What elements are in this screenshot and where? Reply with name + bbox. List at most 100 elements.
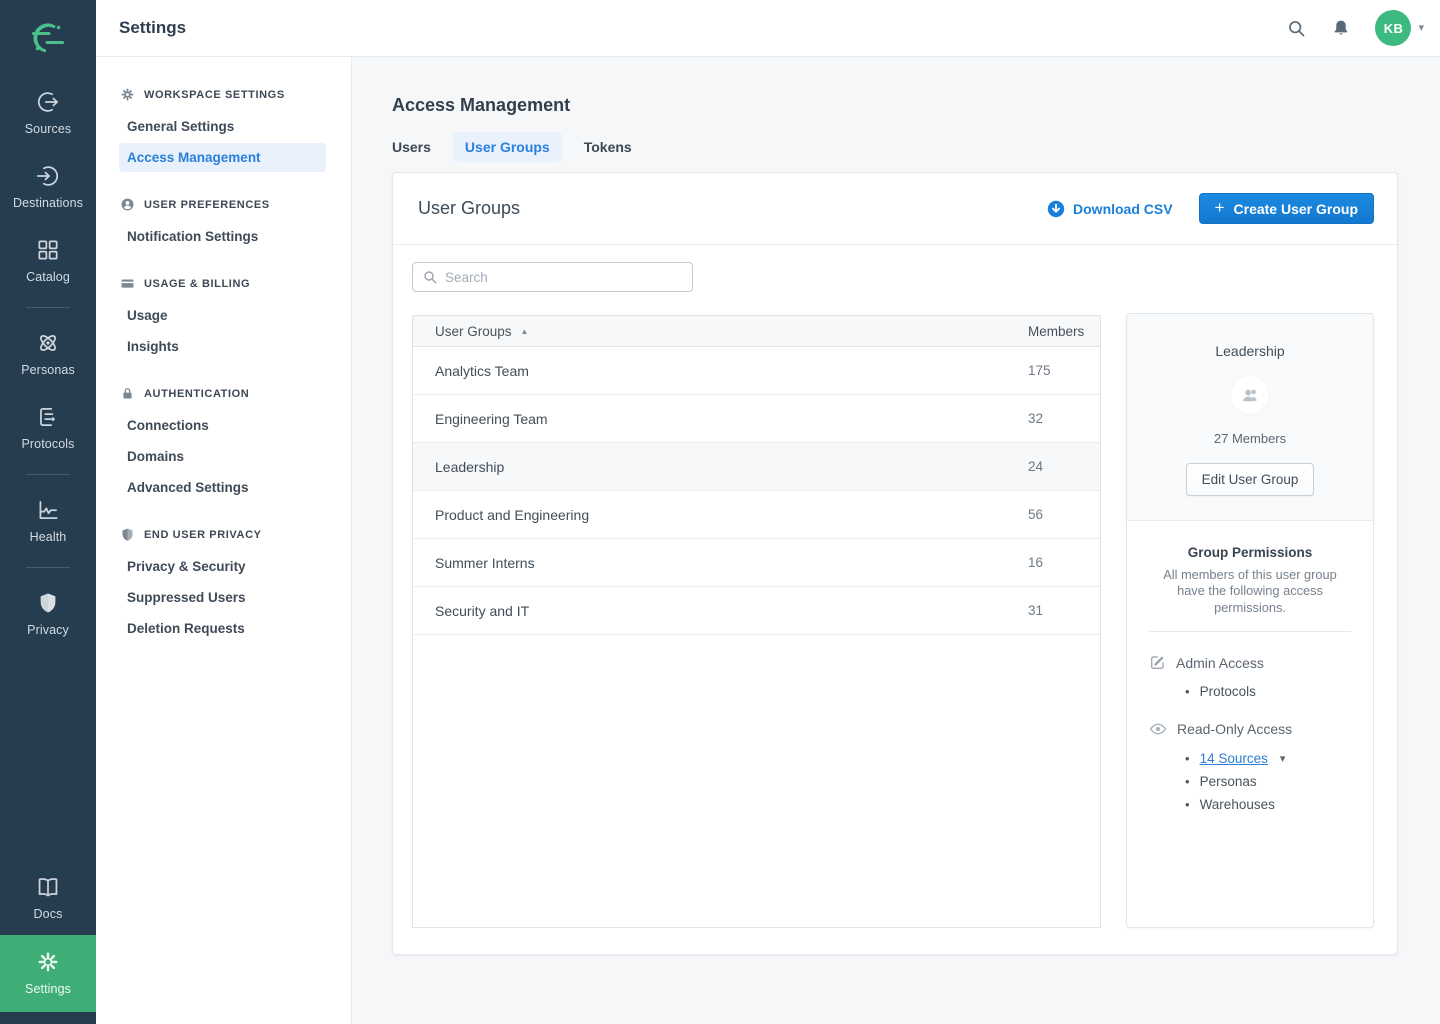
notifications-button[interactable] [1331, 18, 1351, 38]
caret-down-icon[interactable]: ▾ [1280, 752, 1286, 765]
admin-access-group: Admin Access • Protocols [1149, 654, 1351, 703]
access-item-label: Protocols [1200, 684, 1256, 699]
sidebar-item-label: Destinations [13, 196, 83, 210]
group-members: 24 [1028, 459, 1084, 474]
tab-users[interactable]: Users [380, 132, 443, 162]
edit-user-group-button[interactable]: Edit User Group [1186, 463, 1315, 496]
edit-square-icon [1149, 654, 1166, 671]
tab-user-groups[interactable]: User Groups [453, 132, 562, 162]
main-content: Access Management Users User Groups Toke… [352, 57, 1440, 1024]
sidebar-item-health[interactable]: Health [0, 484, 96, 558]
nav-item-deletion-requests[interactable]: Deletion Requests [119, 614, 326, 643]
table-header[interactable]: User Groups ▲ Members [413, 316, 1100, 347]
nav-item-connections[interactable]: Connections [119, 411, 326, 440]
group-members: 56 [1028, 507, 1084, 522]
detail-group-name: Leadership [1143, 343, 1357, 359]
sidebar-item-settings[interactable]: Settings [0, 935, 96, 1012]
group-members: 175 [1028, 363, 1084, 378]
group-members: 32 [1028, 411, 1084, 426]
eye-icon [1149, 720, 1167, 738]
sidebar-item-label: Health [30, 530, 67, 544]
app-sidebar: Sources Destinations Catalog Personas [0, 0, 96, 1024]
table-row[interactable]: Engineering Team 32 [413, 395, 1100, 443]
nav-section-label: WORKSPACE SETTINGS [144, 89, 285, 101]
settings-icon [35, 949, 61, 975]
tab-tokens[interactable]: Tokens [572, 132, 644, 162]
group-detail-panel: Leadership 27 Members Edit User Group [1126, 313, 1374, 928]
sources-icon [35, 89, 61, 115]
docs-icon [35, 874, 61, 900]
user-groups-card: User Groups Download CSV + C [392, 172, 1398, 955]
create-user-group-button[interactable]: + Create User Group [1199, 193, 1374, 224]
page-title: Access Management [392, 95, 1398, 116]
download-csv-button[interactable]: Download CSV [1047, 200, 1173, 218]
user-menu[interactable]: KB ▾ [1375, 10, 1424, 46]
catalog-icon [35, 237, 61, 263]
bullet-icon: • [1185, 798, 1190, 811]
nav-item-domains[interactable]: Domains [119, 442, 326, 471]
group-summary: Leadership 27 Members Edit User Group [1127, 314, 1373, 521]
divider [1149, 631, 1351, 632]
chevron-down-icon: ▾ [1418, 23, 1424, 34]
access-item: • Protocols [1149, 680, 1351, 703]
table-row[interactable]: Security and IT 31 [413, 587, 1100, 635]
search-box [412, 262, 693, 292]
sidebar-item-protocols[interactable]: Protocols [0, 391, 96, 465]
search-button[interactable] [1286, 18, 1307, 39]
table-row[interactable]: Product and Engineering 56 [413, 491, 1100, 539]
sidebar-item-label: Privacy [27, 623, 69, 637]
group-members: 16 [1028, 555, 1084, 570]
column-header-members: Members [1028, 324, 1084, 339]
sources-count-link[interactable]: 14 Sources [1200, 751, 1268, 766]
table-row[interactable]: Summer Interns 16 [413, 539, 1100, 587]
search-input[interactable] [412, 262, 693, 292]
sidebar-item-docs[interactable]: Docs [0, 861, 96, 935]
gear-icon [120, 87, 135, 102]
sidebar-item-personas[interactable]: Personas [0, 317, 96, 391]
nav-section-label: END USER PRIVACY [144, 529, 262, 541]
readonly-access-group: Read-Only Access • 14 Sources ▾ • [1149, 720, 1351, 816]
destinations-icon [35, 163, 61, 189]
nav-item-advanced-settings[interactable]: Advanced Settings [119, 473, 326, 502]
table-row-selected[interactable]: Leadership 24 [413, 443, 1100, 491]
member-count: 27 Members [1143, 431, 1357, 446]
sidebar-item-sources[interactable]: Sources [0, 76, 96, 150]
sort-asc-icon: ▲ [521, 327, 529, 336]
group-members: 31 [1028, 603, 1084, 618]
sidebar-divider [26, 474, 70, 475]
sidebar-item-destinations[interactable]: Destinations [0, 150, 96, 224]
nav-item-privacy-security[interactable]: Privacy & Security [119, 552, 326, 581]
nav-item-access-management[interactable]: Access Management [119, 143, 326, 172]
admin-access-label: Admin Access [1176, 655, 1264, 671]
create-user-group-label: Create User Group [1234, 201, 1358, 217]
shield-icon [120, 527, 135, 542]
group-name: Product and Engineering [435, 507, 589, 523]
permissions-title: Group Permissions [1149, 545, 1351, 560]
lock-icon [120, 386, 135, 401]
download-circle-icon [1047, 200, 1065, 218]
nav-item-general-settings[interactable]: General Settings [119, 112, 326, 141]
group-name: Leadership [435, 459, 504, 475]
sidebar-item-label: Protocols [21, 437, 74, 451]
nav-section-label: USER PREFERENCES [144, 199, 270, 211]
personas-icon [35, 330, 61, 356]
sidebar-divider [26, 567, 70, 568]
readonly-access-label: Read-Only Access [1177, 721, 1292, 737]
sidebar-item-catalog[interactable]: Catalog [0, 224, 96, 298]
nav-item-insights[interactable]: Insights [119, 332, 326, 361]
access-item: • Personas [1149, 770, 1351, 793]
card-header: User Groups Download CSV + C [393, 173, 1397, 245]
health-icon [35, 497, 61, 523]
credit-card-icon [120, 276, 135, 291]
sidebar-item-label: Sources [25, 122, 72, 136]
search-icon [1286, 18, 1307, 39]
nav-item-notification-settings[interactable]: Notification Settings [119, 222, 326, 251]
sidebar-item-privacy[interactable]: Privacy [0, 577, 96, 651]
bullet-icon: • [1185, 752, 1190, 765]
access-item: • Warehouses [1149, 793, 1351, 816]
segment-logo[interactable] [0, 0, 96, 76]
table-row[interactable]: Analytics Team 175 [413, 347, 1100, 395]
nav-item-usage[interactable]: Usage [119, 301, 326, 330]
group-avatar-icon [1231, 376, 1269, 414]
nav-item-suppressed-users[interactable]: Suppressed Users [119, 583, 326, 612]
